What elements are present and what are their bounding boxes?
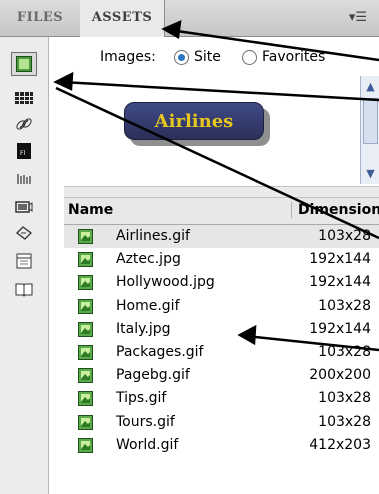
image-file-icon [78,437,93,453]
shockwave-category-button[interactable] [11,167,37,191]
asset-preview: Airlines [64,74,359,184]
scroll-down-arrow-icon[interactable]: ▼ [362,165,379,182]
file-name: Packages.gif [116,343,204,360]
list-item[interactable]: Home.gif 103x28 [64,295,379,318]
list-item[interactable]: Tips.gif 103x28 [64,387,379,410]
image-file-icon [78,275,93,291]
image-icon [16,56,32,72]
file-dimensions: 412x203 [309,436,371,453]
svg-text:Fl: Fl [20,150,25,157]
favorites-radio[interactable] [242,50,257,65]
file-name: Tours.gif [116,413,175,430]
file-name: Aztec.jpg [116,251,181,268]
list-item[interactable]: Tours.gif 103x28 [64,411,379,434]
image-file-icon [78,414,93,430]
images-label: Images: [100,49,156,65]
movie-icon [15,201,33,213]
file-dimensions: 192x144 [309,251,371,268]
list-header: Name Dimensions [64,198,379,225]
panel-options-menu-icon[interactable]: ▾☰ [349,10,367,25]
preview-image-text: Airlines [154,110,234,132]
library-category-button[interactable] [11,277,37,301]
preview-list-splitter[interactable] [64,186,379,198]
preview-image-airlines-button: Airlines [124,102,264,140]
list-item[interactable]: Italy.jpg 192x144 [64,318,379,341]
asset-list: Name Dimensions Airlines.gif 103x28 Aztec.… [64,198,379,494]
image-file-icon [78,321,93,337]
preview-scrollbar[interactable]: ▲ ▼ [360,76,379,184]
file-dimensions: 192x144 [309,274,371,291]
image-file-icon [78,391,93,407]
file-name: Airlines.gif [116,228,190,244]
list-item[interactable]: Packages.gif 103x28 [64,341,379,364]
color-swatch-icon [15,92,33,104]
link-icon [16,118,32,130]
assets-panel: FILES ASSETS ▾☰ Fl Images: Site Favorite… [0,0,379,494]
template-icon [16,253,32,269]
flash-category-button[interactable]: Fl [11,139,37,163]
column-header-name[interactable]: Name [68,202,113,218]
file-name: Hollywood.jpg [116,274,215,291]
asset-rows: Airlines.gif 103x28 Aztec.jpg 192x144 Hollyw… [64,225,379,457]
file-dimensions: 103x28 [318,390,371,407]
image-file-icon [78,344,93,360]
urls-category-button[interactable] [11,112,37,136]
list-item[interactable]: World.gif 412x203 [64,434,379,457]
list-item[interactable]: Aztec.jpg 192x144 [64,248,379,271]
file-name: Pagebg.gif [116,367,190,384]
asset-category-toolbar: Fl [0,37,49,494]
file-dimensions: 103x28 [318,228,371,244]
favorites-radio-label[interactable]: Favorites [262,49,325,65]
file-dimensions: 192x144 [309,320,371,337]
file-dimensions: 103x28 [318,297,371,314]
tab-files[interactable]: FILES [0,0,81,36]
templates-category-button[interactable] [11,249,37,273]
file-name: World.gif [116,436,179,453]
library-book-icon [15,283,33,297]
images-category-button[interactable] [11,52,37,76]
scroll-thumb[interactable] [363,98,378,144]
scripts-category-button[interactable] [11,221,37,245]
file-name: Home.gif [116,297,180,314]
file-dimensions: 200x200 [309,367,371,384]
site-radio-label[interactable]: Site [194,49,221,65]
image-file-icon [78,368,93,384]
column-header-dimensions[interactable]: Dimensions [291,202,379,218]
list-item[interactable]: Airlines.gif 103x28 [64,225,379,249]
file-dimensions: 103x28 [318,413,371,430]
tab-assets[interactable]: ASSETS [80,0,165,37]
list-item[interactable]: Pagebg.gif 200x200 [64,364,379,387]
file-name: Italy.jpg [116,320,171,337]
flash-file-icon: Fl [17,143,31,159]
image-file-icon [78,252,93,268]
scroll-up-arrow-icon[interactable]: ▲ [362,78,379,95]
movies-category-button[interactable] [11,195,37,219]
list-item[interactable]: Hollywood.jpg 192x144 [64,271,379,294]
image-file-icon [78,229,93,244]
colors-category-button[interactable] [11,86,37,110]
images-scope-row: Images: Site Favorites [100,46,379,70]
file-name: Tips.gif [116,390,167,407]
shockwave-icon [17,174,31,184]
panel-tab-bar: FILES ASSETS ▾☰ [0,0,379,37]
image-file-icon [78,298,93,314]
script-icon [16,226,32,240]
file-dimensions: 103x28 [318,343,371,360]
site-radio[interactable] [174,50,189,65]
